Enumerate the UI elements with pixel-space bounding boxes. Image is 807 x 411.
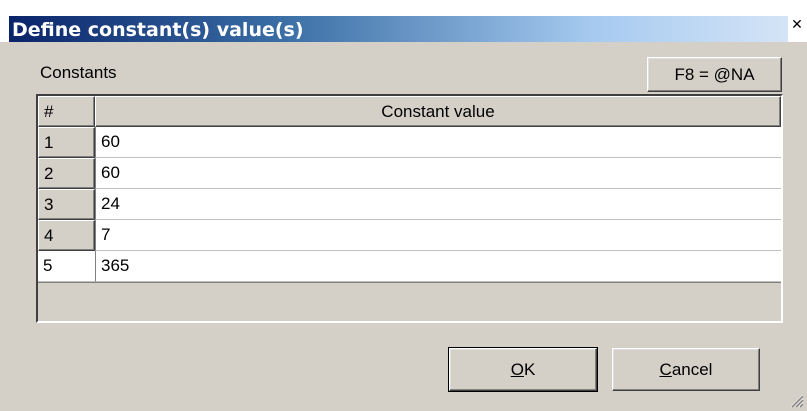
cancel-label-rest: ancel <box>671 360 713 379</box>
column-header-constant-value[interactable]: Constant value <box>95 96 781 127</box>
grid-divider <box>38 282 781 283</box>
constants-grid[interactable]: # Constant value 1 60 2 60 3 24 4 7 5 36… <box>36 94 783 323</box>
cancel-button[interactable]: Cancel <box>612 348 760 391</box>
window-title: Define constant(s) value(s) <box>12 19 304 41</box>
column-header-number[interactable]: # <box>38 96 95 127</box>
title-bar[interactable]: Define constant(s) value(s) ✕ <box>0 0 807 42</box>
table-cell-value[interactable]: 60 <box>95 127 781 158</box>
close-icon[interactable]: ✕ <box>789 17 805 33</box>
row-header[interactable]: 4 <box>38 220 95 251</box>
table-cell-value[interactable]: 7 <box>95 220 781 251</box>
cancel-mnemonic: C <box>659 360 672 379</box>
row-header[interactable]: 2 <box>38 158 95 189</box>
table-cell-value[interactable]: 24 <box>95 189 781 220</box>
table-cell-value[interactable]: 60 <box>95 158 781 189</box>
ok-button[interactable]: OK <box>448 347 598 392</box>
row-header[interactable]: 5 <box>38 251 95 282</box>
resize-grip-icon[interactable] <box>789 393 804 408</box>
row-header[interactable]: 3 <box>38 189 95 220</box>
ok-label-rest: K <box>523 360 536 379</box>
row-header[interactable]: 1 <box>38 127 95 158</box>
table-cell-value[interactable]: 365 <box>95 251 781 282</box>
ok-mnemonic: O <box>510 360 524 379</box>
f8-na-button[interactable]: F8 = @NA <box>647 57 782 92</box>
constants-label: Constants <box>40 63 117 82</box>
